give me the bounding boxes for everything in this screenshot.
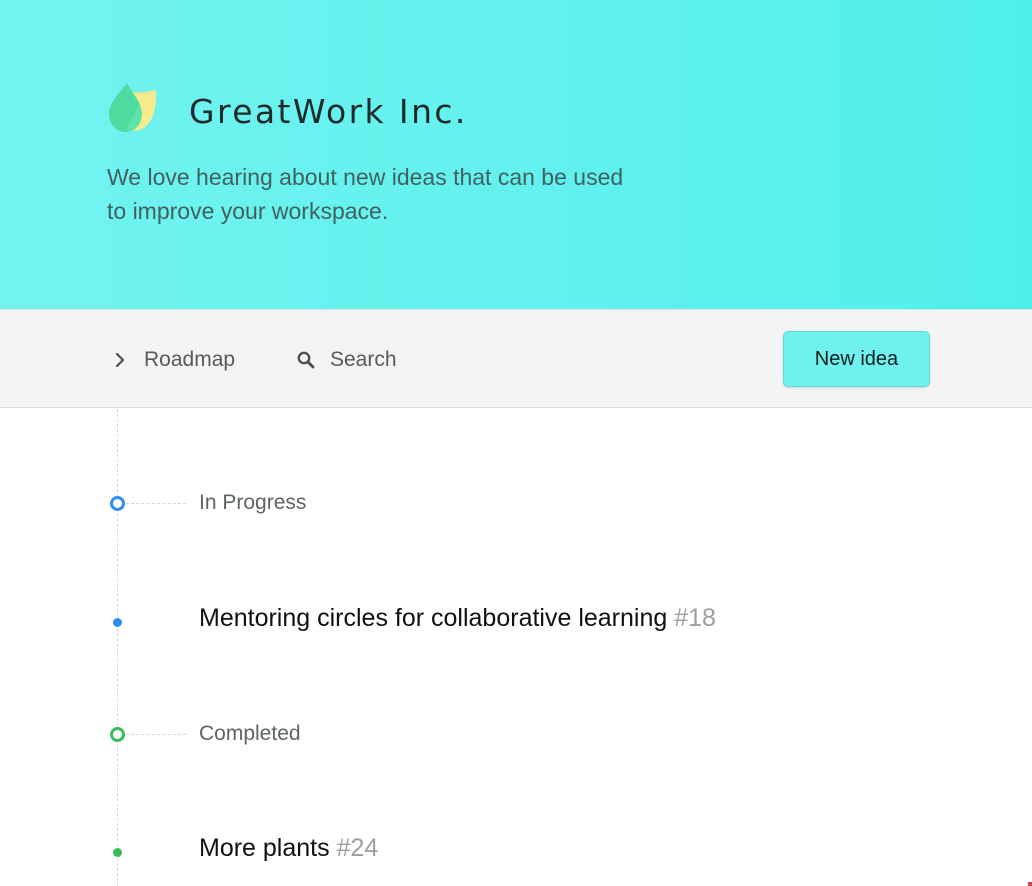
idea-dot-icon: [113, 618, 122, 627]
roadmap-link[interactable]: Roadmap: [110, 346, 235, 374]
status-connector: [126, 503, 186, 504]
idea-number: #18: [674, 604, 716, 632]
status-connector: [126, 734, 186, 735]
roadmap-label: Roadmap: [144, 348, 236, 371]
search-icon: [297, 351, 315, 369]
hero-header: GreatWork Inc. We love hearing about new…: [0, 0, 1032, 309]
search-link[interactable]: Search: [296, 346, 397, 374]
new-idea-button[interactable]: New idea: [783, 331, 930, 387]
idea-dot-icon: [113, 848, 122, 857]
leaf-drop-logo-icon: [109, 83, 157, 132]
window-corner: [1028, 882, 1032, 886]
idea-title: More plants: [199, 834, 330, 862]
tagline: We love hearing about new ideas that can…: [107, 164, 624, 224]
page: GreatWork Inc. We love hearing about new…: [0, 0, 1032, 886]
completed-status-icon: [110, 727, 125, 742]
idea-title: Mentoring circles for collaborative lear…: [199, 604, 668, 632]
in-progress-status-icon: [110, 496, 125, 511]
nav-bar: Roadmap Search New idea: [0, 309, 1032, 408]
status-heading-completed: Completed: [199, 722, 301, 745]
timeline-line: [117, 409, 118, 886]
idea-item[interactable]: Mentoring circles for collaborative lear…: [199, 604, 716, 633]
idea-number: #24: [336, 834, 379, 862]
chevron-right-icon: [115, 352, 125, 368]
status-heading-in-progress: In Progress: [199, 491, 307, 514]
search-label: Search: [330, 348, 397, 371]
brand-name: GreatWork Inc.: [189, 92, 468, 131]
idea-item[interactable]: More plants #24: [199, 834, 378, 863]
